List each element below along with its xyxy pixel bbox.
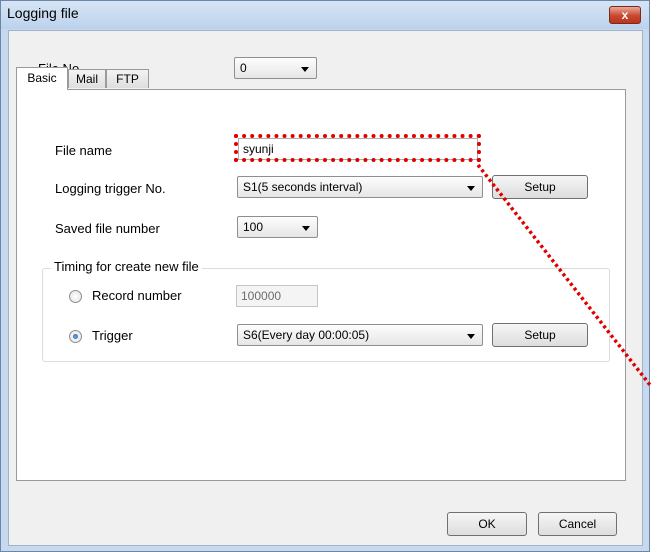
callout-arrow-line — [476, 163, 652, 387]
tab-basic-label: Basic — [27, 71, 57, 85]
tab-basic[interactable]: Basic — [16, 67, 68, 90]
